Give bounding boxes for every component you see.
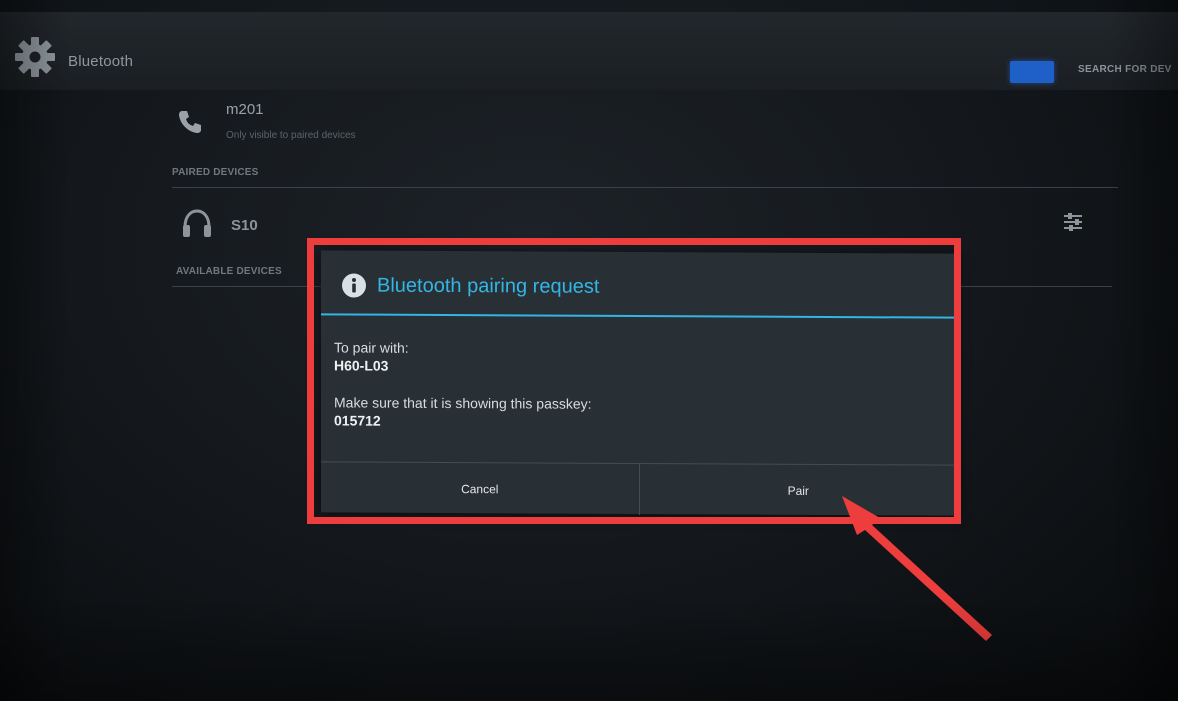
local-device-name[interactable]: m201: [226, 101, 264, 118]
paired-divider: [172, 187, 1118, 188]
phone-icon: [179, 111, 201, 133]
local-device-visibility: Only visible to paired devices: [226, 130, 356, 141]
available-devices-header: AVAILABLE DEVICES: [176, 266, 282, 277]
annotation-arrow-icon: [842, 496, 992, 641]
paired-devices-header: PAIRED DEVICES: [172, 167, 259, 178]
headset-icon: [183, 209, 211, 237]
action-bar: Bluetooth SEARCH FOR DEV: [0, 12, 1178, 90]
bluetooth-toggle[interactable]: [1010, 61, 1054, 83]
screen: Bluetooth SEARCH FOR DEV m201 Only visib…: [0, 0, 1178, 701]
device-settings-icon[interactable]: [1060, 209, 1086, 235]
app-title: Bluetooth: [68, 53, 134, 70]
paired-device-name[interactable]: S10: [231, 217, 258, 234]
gear-icon[interactable]: [12, 34, 58, 80]
search-for-devices-button[interactable]: SEARCH FOR DEV: [1078, 64, 1172, 75]
